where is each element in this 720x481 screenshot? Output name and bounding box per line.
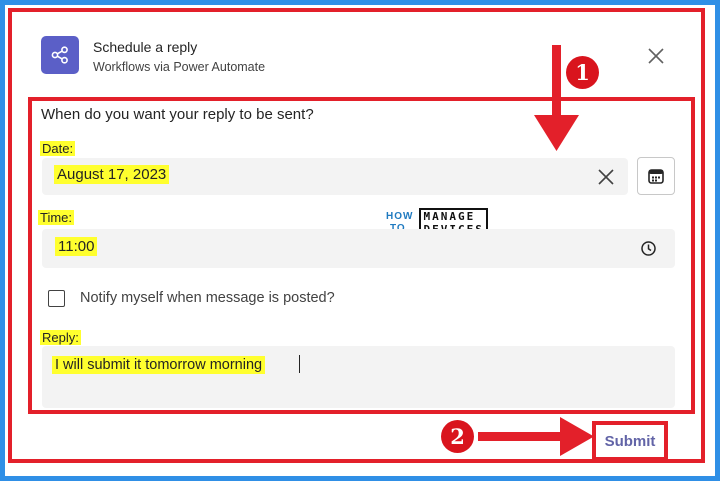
submit-annotation-border: Submit: [592, 421, 668, 461]
notify-checkbox[interactable]: [48, 290, 65, 307]
share-nodes-icon: [41, 36, 79, 74]
reply-value: I will submit it tomorrow morning: [52, 356, 266, 374]
watermark-how: HOW: [386, 211, 414, 222]
step-1-badge: 1: [566, 56, 599, 89]
form-question: When do you want your reply to be sent?: [41, 106, 314, 123]
notify-label: Notify myself when message is posted?: [80, 290, 335, 306]
dialog-title: Schedule a reply: [93, 39, 198, 55]
clock-icon[interactable]: [640, 240, 657, 257]
submit-button[interactable]: Submit: [604, 432, 656, 450]
text-caret: [299, 355, 300, 373]
time-value: 11:00: [55, 237, 98, 256]
calendar-icon: [648, 169, 664, 184]
watermark-manage: MANAGE: [423, 210, 476, 223]
time-label: Time:: [38, 210, 75, 225]
date-value: August 17, 2023: [54, 165, 170, 184]
time-field[interactable]: [42, 229, 675, 268]
date-label: Date:: [40, 141, 76, 156]
right-arrow-annotation: [478, 417, 594, 456]
dialog-subtitle: Workflows via Power Automate: [93, 60, 266, 74]
calendar-button[interactable]: [637, 157, 675, 195]
clear-date-icon[interactable]: [597, 168, 615, 186]
close-icon[interactable]: [644, 44, 668, 68]
step-2-badge: 2: [441, 420, 474, 453]
reply-label: Reply:: [40, 330, 81, 345]
